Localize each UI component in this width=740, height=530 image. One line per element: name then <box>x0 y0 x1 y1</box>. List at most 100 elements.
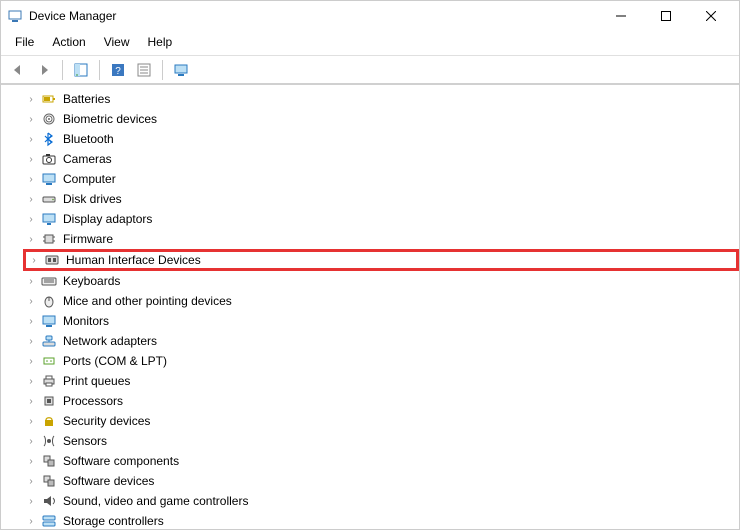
device-category-row[interactable]: ›Storage controllers <box>25 511 739 530</box>
titlebar: Device Manager <box>1 1 739 31</box>
storage-icon <box>41 513 57 529</box>
chevron-right-icon[interactable]: › <box>25 476 37 487</box>
device-category-row[interactable]: › Human Interface Devices <box>23 249 739 271</box>
device-category-row[interactable]: › Ports (COM & LPT) <box>25 351 739 371</box>
menu-action[interactable]: Action <box>44 33 93 51</box>
chevron-right-icon[interactable]: › <box>28 255 40 266</box>
chevron-right-icon[interactable]: › <box>25 336 37 347</box>
device-category-label: Firmware <box>61 232 113 246</box>
chevron-right-icon[interactable]: › <box>25 194 37 205</box>
minimize-button[interactable] <box>598 1 643 31</box>
component-icon <box>41 473 57 489</box>
printer-icon <box>41 373 57 389</box>
device-category-label: Batteries <box>61 92 110 106</box>
bluetooth-icon <box>41 131 57 147</box>
device-category-label: Cameras <box>61 152 112 166</box>
device-category-row[interactable]: › Keyboards <box>25 271 739 291</box>
chevron-right-icon[interactable]: › <box>25 516 37 527</box>
chevron-right-icon[interactable]: › <box>25 496 37 507</box>
toolbar-separator <box>162 60 163 80</box>
cpu-icon <box>41 393 57 409</box>
chevron-right-icon[interactable]: › <box>25 436 37 447</box>
device-category-row[interactable]: › Monitors <box>25 311 739 331</box>
chevron-right-icon[interactable]: › <box>25 456 37 467</box>
menu-file[interactable]: File <box>7 33 42 51</box>
menu-help[interactable]: Help <box>140 33 181 51</box>
toolbar-separator <box>99 60 100 80</box>
device-category-label: Sensors <box>61 434 107 448</box>
device-category-label: Software components <box>61 454 179 468</box>
device-category-label: Human Interface Devices <box>64 253 201 267</box>
scan-hardware-button[interactable] <box>170 59 192 81</box>
device-category-label: Software devices <box>61 474 154 488</box>
device-category-row[interactable]: ›Bluetooth <box>25 129 739 149</box>
chevron-right-icon[interactable]: › <box>25 214 37 225</box>
device-category-label: Computer <box>61 172 116 186</box>
mouse-icon <box>41 293 57 309</box>
device-tree[interactable]: ›Batteries›Biometric devices›Bluetooth›C… <box>1 85 739 530</box>
port-icon <box>41 353 57 369</box>
menubar: File Action View Help <box>1 31 739 56</box>
sensor-icon <box>41 433 57 449</box>
device-category-label: Disk drives <box>61 192 122 206</box>
device-category-row[interactable]: › Mice and other pointing devices <box>25 291 739 311</box>
device-category-row[interactable]: › Processors <box>25 391 739 411</box>
device-category-row[interactable]: › Cameras <box>25 149 739 169</box>
device-category-label: Security devices <box>61 414 150 428</box>
device-category-label: Monitors <box>61 314 109 328</box>
monitor-icon <box>41 171 57 187</box>
chevron-right-icon[interactable]: › <box>25 296 37 307</box>
chevron-right-icon[interactable]: › <box>25 134 37 145</box>
device-category-label: Network adapters <box>61 334 157 348</box>
maximize-button[interactable] <box>643 1 688 31</box>
forward-button[interactable] <box>33 59 55 81</box>
device-category-row[interactable]: › Firmware <box>25 229 739 249</box>
chevron-right-icon[interactable]: › <box>25 154 37 165</box>
display-icon <box>41 211 57 227</box>
fingerprint-icon <box>41 111 57 127</box>
chevron-right-icon[interactable]: › <box>25 416 37 427</box>
device-category-row[interactable]: › Software components <box>25 451 739 471</box>
toolbar-separator <box>62 60 63 80</box>
chevron-right-icon[interactable]: › <box>25 376 37 387</box>
device-category-row[interactable]: › Software devices <box>25 471 739 491</box>
chevron-right-icon[interactable]: › <box>25 276 37 287</box>
help-button[interactable]: ? <box>107 59 129 81</box>
chevron-right-icon[interactable]: › <box>25 174 37 185</box>
device-category-row[interactable]: › Sound, video and game controllers <box>25 491 739 511</box>
device-category-row[interactable]: › Batteries <box>25 89 739 109</box>
back-button[interactable] <box>7 59 29 81</box>
device-category-row[interactable]: › Network adapters <box>25 331 739 351</box>
speaker-icon <box>41 493 57 509</box>
device-category-label: Mice and other pointing devices <box>61 294 232 308</box>
device-category-row[interactable]: › Computer <box>25 169 739 189</box>
device-category-row[interactable]: › Disk drives <box>25 189 739 209</box>
device-category-label: Sound, video and game controllers <box>61 494 248 508</box>
device-category-row[interactable]: ›Print queues <box>25 371 739 391</box>
disk-icon <box>41 191 57 207</box>
chevron-right-icon[interactable]: › <box>25 94 37 105</box>
device-category-row[interactable]: ›Biometric devices <box>25 109 739 129</box>
close-button[interactable] <box>688 1 733 31</box>
chevron-right-icon[interactable]: › <box>25 114 37 125</box>
properties-button[interactable] <box>133 59 155 81</box>
device-category-label: Processors <box>61 394 123 408</box>
monitor-icon <box>41 313 57 329</box>
window-title: Device Manager <box>29 9 598 23</box>
device-category-label: Keyboards <box>61 274 120 288</box>
chevron-right-icon[interactable]: › <box>25 316 37 327</box>
chevron-right-icon[interactable]: › <box>25 234 37 245</box>
hid-icon <box>44 252 60 268</box>
device-category-row[interactable]: ›Display adaptors <box>25 209 739 229</box>
menu-view[interactable]: View <box>96 33 138 51</box>
camera-icon <box>41 151 57 167</box>
chevron-right-icon[interactable]: › <box>25 356 37 367</box>
device-category-row[interactable]: › Sensors <box>25 431 739 451</box>
device-category-label: Ports (COM & LPT) <box>61 354 167 368</box>
chevron-right-icon[interactable]: › <box>25 396 37 407</box>
keyboard-icon <box>41 273 57 289</box>
network-icon <box>41 333 57 349</box>
toolbar: ? <box>1 56 739 84</box>
show-hide-tree-button[interactable] <box>70 59 92 81</box>
device-category-row[interactable]: › Security devices <box>25 411 739 431</box>
